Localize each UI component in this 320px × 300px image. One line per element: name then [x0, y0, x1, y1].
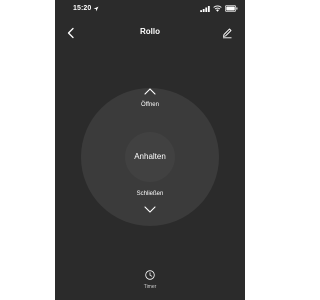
timer-button[interactable]: Timer — [135, 270, 165, 296]
wifi-icon — [213, 5, 222, 12]
close-label: Schließen — [136, 191, 164, 197]
stop-label: Anhalten — [134, 152, 166, 161]
chevron-down-icon — [144, 206, 156, 213]
timer-label: Timer — [143, 284, 157, 290]
clock-icon — [145, 270, 155, 280]
open-label: Öffnen — [141, 102, 159, 108]
edit-button[interactable] — [221, 26, 233, 39]
app-screen: 15:20 Rollo Öffnen Anhalten Schließen Ti… — [55, 0, 245, 300]
battery-icon — [225, 5, 238, 12]
stop-button[interactable]: Anhalten — [125, 132, 175, 182]
page-title: Rollo — [140, 27, 160, 36]
chevron-up-icon — [144, 88, 156, 95]
close-button[interactable]: Schließen — [126, 188, 174, 226]
status-bar: 15:20 — [55, 0, 245, 20]
navigation-bar: Rollo — [55, 20, 245, 44]
pencil-icon — [223, 28, 232, 39]
location-arrow-icon — [93, 6, 99, 12]
status-time: 15:20 — [73, 5, 92, 12]
cellular-signal-icon — [200, 6, 210, 12]
open-button[interactable]: Öffnen — [126, 88, 174, 120]
shutter-remote-control: Öffnen Anhalten Schließen — [81, 88, 219, 226]
